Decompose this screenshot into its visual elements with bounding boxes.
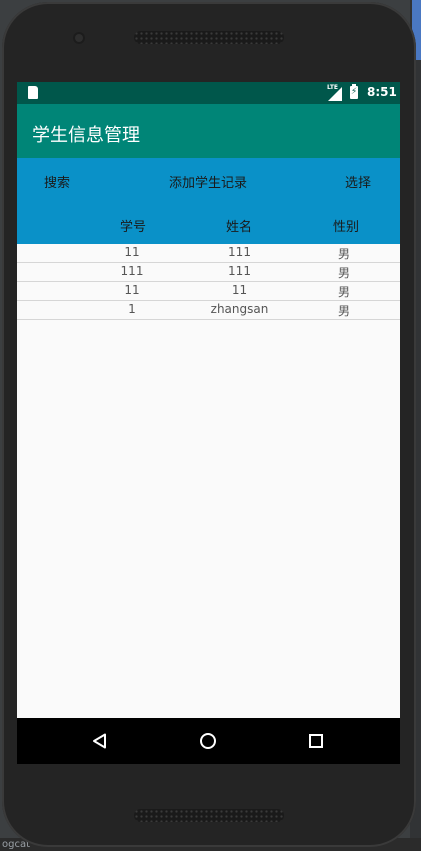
cell-id: 11 bbox=[124, 283, 140, 297]
cell-id: 1 bbox=[128, 302, 136, 316]
student-table: 11 111 男 111 111 男 11 11 男 1 zhangsan 男 bbox=[17, 244, 400, 320]
sd-card-icon bbox=[28, 86, 38, 99]
speaker-grille-top bbox=[134, 31, 284, 44]
action-header: 搜索 添加学生记录 选择 学号 姓名 性别 bbox=[17, 158, 400, 244]
column-header-id: 学号 bbox=[120, 220, 147, 235]
app-title: 学生信息管理 bbox=[32, 125, 140, 146]
cell-gender: 男 bbox=[337, 304, 350, 318]
column-header-gender: 性别 bbox=[333, 220, 360, 235]
navigation-bar bbox=[17, 718, 400, 764]
status-clock: 8:51 bbox=[367, 85, 397, 99]
cell-name: 111 bbox=[228, 264, 251, 278]
status-bar: LTE 8:51 bbox=[17, 82, 400, 104]
cell-gender: 男 bbox=[337, 285, 350, 299]
table-row[interactable]: 11 111 男 bbox=[17, 244, 400, 263]
column-header-name: 姓名 bbox=[226, 220, 253, 235]
cell-id: 111 bbox=[120, 264, 144, 278]
cell-name: 111 bbox=[228, 245, 251, 259]
search-button[interactable]: 搜索 bbox=[44, 172, 70, 191]
camera-icon bbox=[75, 34, 83, 42]
network-type: LTE bbox=[327, 84, 339, 91]
back-icon[interactable] bbox=[92, 733, 108, 749]
select-button[interactable]: 选择 bbox=[345, 172, 371, 191]
table-row[interactable]: 111 111 男 bbox=[17, 263, 400, 282]
device-screen: LTE 8:51 学生信息管理 搜索 添加学生记录 选择 学号 姓名 性别 11… bbox=[17, 82, 400, 764]
recent-apps-icon[interactable] bbox=[308, 733, 324, 749]
cell-id: 11 bbox=[124, 245, 140, 259]
table-row[interactable]: 1 zhangsan 男 bbox=[17, 301, 400, 320]
cell-gender: 男 bbox=[337, 266, 350, 280]
cell-gender: 男 bbox=[337, 247, 350, 261]
cell-name: 11 bbox=[231, 283, 248, 297]
app-bar: 学生信息管理 bbox=[17, 104, 400, 158]
home-icon[interactable] bbox=[199, 732, 217, 750]
cell-name: zhangsan bbox=[210, 302, 269, 316]
battery-charging-icon bbox=[350, 84, 358, 99]
speaker-grille-bottom bbox=[134, 809, 284, 822]
table-row[interactable]: 11 11 男 bbox=[17, 282, 400, 301]
add-student-button[interactable]: 添加学生记录 bbox=[169, 172, 247, 191]
